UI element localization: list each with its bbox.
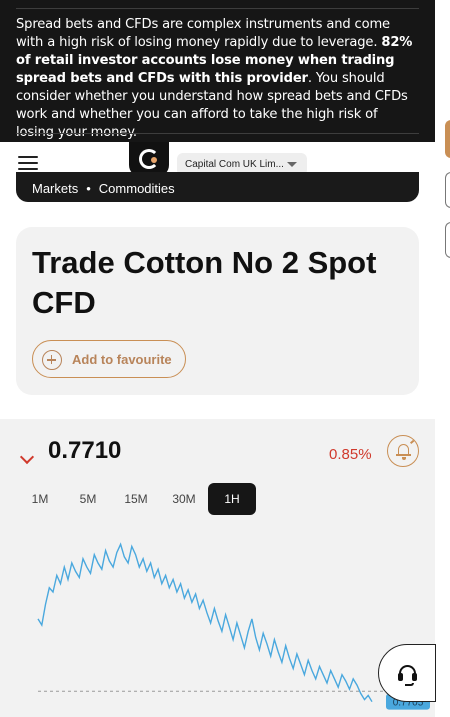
breadcrumb-separator: • — [86, 181, 91, 196]
entity-selector-label: Capital Com UK Lim... — [185, 159, 284, 170]
page: Spread bets and CFDs are complex instrum… — [0, 0, 435, 717]
risk-warning-text: Spread bets and CFDs are complex instrum… — [16, 16, 418, 142]
tab-1m[interactable]: 1M — [16, 483, 64, 515]
price-chart[interactable]: 0.7705 — [0, 519, 435, 717]
risk-text-part1: Spread bets and CFDs are complex instrum… — [16, 17, 390, 50]
divider — [16, 133, 419, 134]
current-price: 0.7710 — [48, 437, 122, 464]
chevron-down-icon[interactable] — [19, 449, 35, 465]
price-change: 0.85% — [329, 446, 372, 463]
tab-15m[interactable]: 15M — [112, 483, 160, 515]
hamburger-icon[interactable] — [18, 156, 38, 170]
side-tab[interactable] — [445, 222, 450, 258]
side-tab-primary[interactable] — [445, 120, 450, 158]
breadcrumb-commodities[interactable]: Commodities — [99, 181, 175, 196]
plus-circle-icon — [42, 350, 62, 370]
add-to-favourite-button[interactable]: Add to favourite — [32, 340, 186, 378]
breadcrumb-markets[interactable]: Markets — [32, 181, 78, 196]
tab-1h[interactable]: 1H — [208, 483, 256, 515]
caret-down-icon — [287, 162, 297, 167]
risk-warning-banner: Spread bets and CFDs are complex instrum… — [0, 0, 435, 142]
support-button[interactable] — [378, 644, 436, 702]
instrument-card: Trade Cotton No 2 Spot CFD Add to favour… — [16, 227, 419, 395]
side-tab[interactable] — [445, 172, 450, 208]
price-series-line — [37, 542, 373, 703]
add-to-favourite-label: Add to favourite — [72, 352, 172, 367]
chart-panel: 0.7710 0.85% 1M 5M 15M 30M 1H 0.7705 — [0, 419, 435, 717]
page-title: Trade Cotton No 2 Spot CFD — [32, 245, 377, 320]
tab-30m[interactable]: 30M — [160, 483, 208, 515]
breadcrumb: Markets • Commodities — [16, 172, 419, 202]
price-alert-button[interactable] — [387, 435, 419, 467]
tab-5m[interactable]: 5M — [64, 483, 112, 515]
divider — [16, 8, 419, 9]
